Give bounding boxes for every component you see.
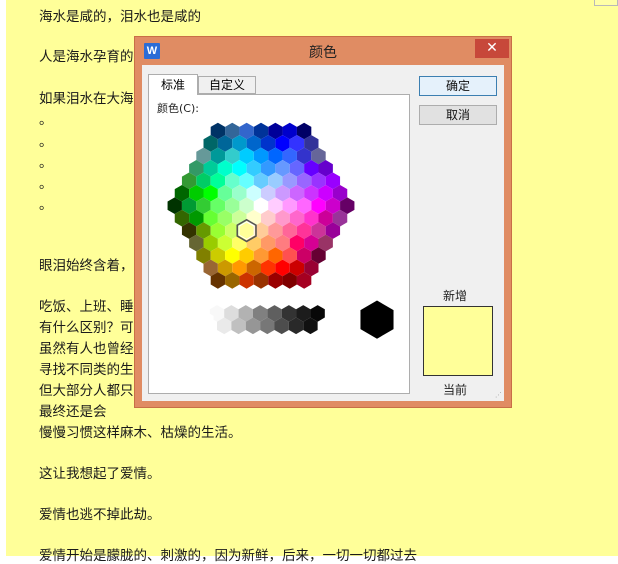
doc-line: 如果泪水在大海里	[39, 91, 147, 107]
doc-line: 。	[39, 112, 53, 128]
cancel-button[interactable]: 取消	[419, 105, 497, 125]
doc-line: 。	[39, 197, 53, 213]
doc-line: 但大部分人都只	[39, 383, 134, 399]
doc-line: 爱情也逃不掉此劫。	[39, 507, 161, 523]
page-corner-marker	[594, 0, 618, 6]
doc-line: 。	[39, 155, 53, 171]
doc-line: 爱情开始是朦胧的、刺激的，因为新鲜，后来，一切一切都过去	[39, 548, 417, 564]
tab-custom[interactable]: 自定义	[198, 76, 256, 94]
doc-line: 有什么区别？可	[39, 320, 134, 336]
close-button[interactable]: ✕	[475, 39, 509, 58]
black-cell[interactable]	[360, 300, 394, 339]
dialog-title: 颜色	[309, 45, 337, 61]
ok-button[interactable]: 确定	[419, 76, 497, 96]
doc-line: 。	[39, 176, 53, 192]
standard-tab-panel: 颜色(C):	[148, 94, 410, 394]
color-preview-swatch	[423, 306, 493, 376]
doc-line: 。	[39, 134, 53, 150]
doc-line: 虽然有人也曾经	[39, 341, 134, 357]
tab-standard[interactable]: 标准	[148, 74, 198, 95]
doc-line: 海水是咸的，泪水也是咸的	[39, 9, 201, 25]
dialog-body: 标准 自定义 颜色(C): 确定 取消 新增 当前 ⋰	[142, 65, 504, 401]
doc-line: 吃饭、上班、睡	[39, 299, 134, 315]
color-dialog: W 颜色 ✕ 标准 自定义 颜色(C): 确定 取消 新增 当前 ⋰	[134, 36, 512, 408]
doc-line: 寻找不同类的生	[39, 362, 134, 378]
doc-line: 眼泪始终含着，	[39, 258, 134, 274]
dialog-titlebar[interactable]: W 颜色 ✕	[135, 37, 511, 63]
doc-line: 慢慢习惯这样麻木、枯燥的生活。	[39, 425, 242, 441]
new-color-label: 新增	[443, 289, 468, 303]
doc-line: 最终还是会	[39, 404, 107, 420]
color-hexagon-palette[interactable]	[149, 95, 409, 393]
doc-line: 人是海水孕育的	[39, 49, 134, 65]
current-color-label: 当前	[443, 383, 468, 397]
doc-line: 这让我想起了爱情。	[39, 466, 161, 482]
resize-grip-icon[interactable]: ⋰	[495, 391, 503, 399]
